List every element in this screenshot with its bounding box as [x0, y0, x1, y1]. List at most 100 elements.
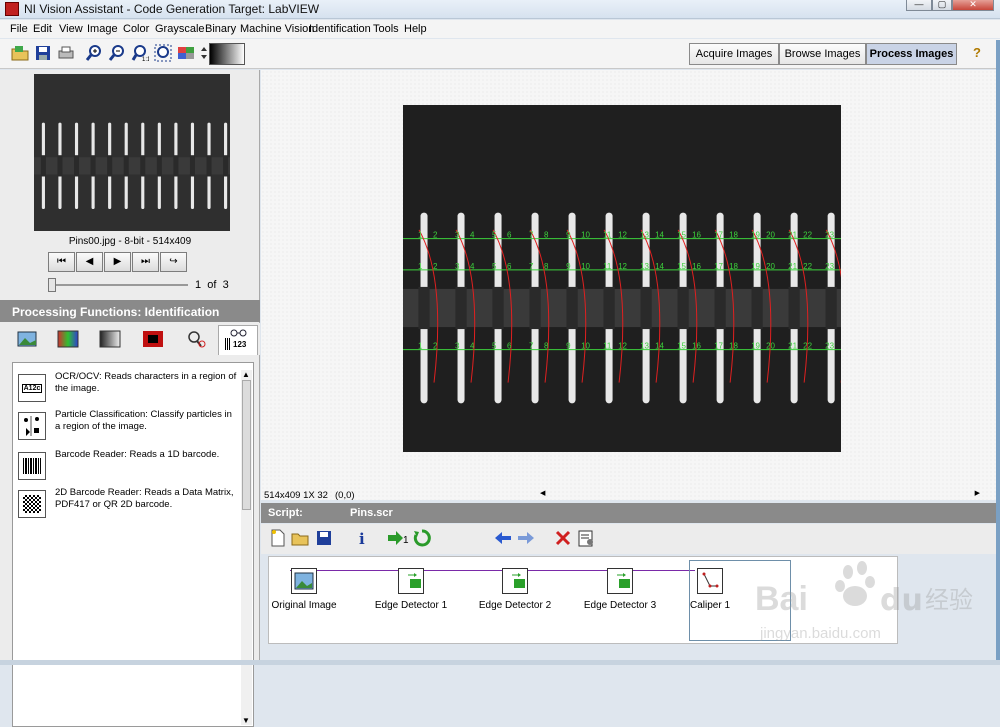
pin-collar — [566, 286, 578, 330]
save-script-icon[interactable] — [314, 528, 334, 548]
last-image-button[interactable]: ⏭ — [132, 252, 159, 272]
print-icon[interactable] — [56, 43, 76, 63]
minimize-button[interactable]: — — [906, 0, 932, 11]
pin-label: 9 — [566, 231, 571, 240]
function-ocr-text: OCR/OCV: Reads characters in a region of… — [55, 371, 237, 394]
menu-help[interactable]: Help — [404, 23, 427, 35]
tab-machine-vision-icon[interactable] — [184, 329, 208, 349]
function-ocr[interactable]: A12c OCR/OCV: Reads characters in a regi… — [18, 371, 236, 405]
run-once-icon[interactable]: 1 — [387, 528, 411, 548]
svg-text:经验: 经验 — [925, 586, 973, 614]
menu-image[interactable]: Image — [87, 23, 118, 35]
tab-binary-icon[interactable] — [141, 329, 165, 349]
image-thumbnail[interactable] — [34, 74, 230, 231]
menu-edit[interactable]: Edit — [33, 23, 52, 35]
palette-icon[interactable] — [176, 43, 196, 63]
menu-tools[interactable]: Tools — [373, 23, 399, 35]
palette-spin-icon[interactable] — [199, 43, 209, 63]
menu-grayscale[interactable]: Grayscale — [155, 23, 205, 35]
pin-label: 1 — [418, 231, 423, 240]
tab-identification[interactable]: 123 — [218, 325, 258, 355]
pin-label: 21 — [788, 231, 797, 240]
page-of: of — [207, 279, 217, 291]
svg-text:i: i — [359, 530, 365, 547]
zoom-in-icon[interactable] — [84, 43, 104, 63]
menu-view[interactable]: View — [59, 23, 83, 35]
window-frame-right — [996, 40, 1000, 665]
close-button[interactable]: ✕ — [952, 0, 994, 11]
pin-label: 4 — [470, 262, 475, 271]
menu-color[interactable]: Color — [123, 23, 149, 35]
step-edge-detector-1[interactable]: Edge Detector 1 — [361, 568, 461, 611]
barcode-tab-label: 123 — [233, 340, 247, 349]
pin-collar — [140, 155, 146, 177]
grayscale-palette-bar[interactable] — [209, 43, 245, 65]
tab-grayscale-icon[interactable] — [98, 329, 122, 349]
step-forward-icon[interactable] — [516, 528, 536, 548]
image-slider[interactable] — [48, 278, 188, 292]
help-icon[interactable]: ? — [966, 43, 988, 65]
menu-file[interactable]: File — [10, 23, 28, 35]
browse-images-button[interactable]: Browse Images — [779, 43, 866, 65]
process-images-button[interactable]: Process Images — [866, 43, 957, 65]
page-total: 3 — [222, 279, 229, 291]
zoom-1-1-icon[interactable]: 1:1 — [130, 43, 150, 63]
function-2d-barcode-text: 2D Barcode Reader: Reads a Data Matrix, … — [55, 487, 234, 510]
new-script-icon[interactable] — [268, 528, 288, 548]
pin-label: 2 — [433, 262, 438, 271]
app-icon — [5, 2, 19, 16]
image-horizontal-scrollbar[interactable]: ◀ ▶ — [540, 490, 980, 500]
pin-label: 17 — [714, 262, 723, 271]
pin-label: 11 — [603, 262, 612, 271]
function-particle-classification[interactable]: Particle Classification: Classify partic… — [18, 409, 232, 443]
zoom-out-icon[interactable] — [107, 43, 127, 63]
open-image-icon[interactable] — [10, 43, 30, 63]
performance-meter-icon[interactable] — [576, 528, 596, 548]
zoom-fit-icon[interactable] — [153, 43, 173, 63]
step-edge-detector-2[interactable]: Edge Detector 2 — [465, 568, 565, 611]
previous-image-button[interactable]: ◀ — [76, 252, 103, 272]
first-image-button[interactable]: ⏮ — [48, 252, 75, 272]
delete-step-icon[interactable] — [553, 528, 573, 548]
maximize-button[interactable]: ▢ — [932, 0, 952, 11]
pin-label: 23 — [825, 231, 834, 240]
function-barcode-reader[interactable]: Barcode Reader: Reads a 1D barcode. — [18, 449, 228, 483]
menu-binary[interactable]: Binary — [205, 23, 236, 35]
identification-glasses-icon — [229, 328, 249, 340]
scrollbar-thumb[interactable] — [242, 380, 251, 510]
step-edge-detector-3[interactable]: Edge Detector 3 — [570, 568, 670, 611]
run-continuous-icon[interactable] — [412, 528, 432, 548]
step-original-image[interactable]: Original Image — [254, 568, 354, 611]
pin-label: 18 — [729, 262, 738, 271]
pin-collar — [173, 155, 179, 177]
function-list-scrollbar[interactable]: ▲ ▼ — [241, 370, 252, 725]
next-image-button[interactable]: ▶ — [104, 252, 131, 272]
pin-label: 16 — [692, 342, 701, 351]
function-barcode-text: Barcode Reader: Reads a 1D barcode. — [55, 449, 220, 460]
step-back-icon[interactable] — [493, 528, 513, 548]
script-filename: Pins.scr — [350, 507, 393, 519]
tab-color-icon[interactable] — [56, 329, 80, 349]
pin-label: 12 — [618, 262, 627, 271]
open-script-icon[interactable] — [290, 528, 310, 548]
script-info-icon[interactable]: i — [352, 528, 372, 548]
tab-image-icon[interactable] — [16, 329, 40, 349]
pin-label: 4 — [470, 342, 475, 351]
function-2d-barcode-reader[interactable]: 2D Barcode Reader: Reads a Data Matrix, … — [18, 487, 233, 521]
loop-image-button[interactable]: ↪ — [160, 252, 187, 272]
original-image-icon — [291, 568, 317, 594]
pin-collar — [788, 286, 800, 330]
menu-machine-vision[interactable]: Machine Vision — [240, 23, 314, 35]
pin-collar — [714, 286, 726, 330]
save-icon[interactable] — [33, 43, 53, 63]
main-image[interactable]: 1 2 1 2 1 2 3 4 3 4 3 4 5 6 5 6 5 6 7 8 7 8 7 8 9 10 9 10 9 10 11 12 11 1… — [403, 105, 841, 452]
acquire-images-button[interactable]: Acquire Images — [689, 43, 779, 65]
pin-label: 7 — [529, 342, 534, 351]
slider-thumb[interactable] — [48, 278, 56, 292]
step-label: Edge Detector 2 — [478, 600, 552, 611]
pin-label: 1 — [418, 342, 423, 351]
pin-label: 14 — [655, 231, 664, 240]
pin-label: 19 — [751, 231, 760, 240]
pin-label: 13 — [640, 342, 649, 351]
menu-identification[interactable]: Identification — [309, 23, 371, 35]
